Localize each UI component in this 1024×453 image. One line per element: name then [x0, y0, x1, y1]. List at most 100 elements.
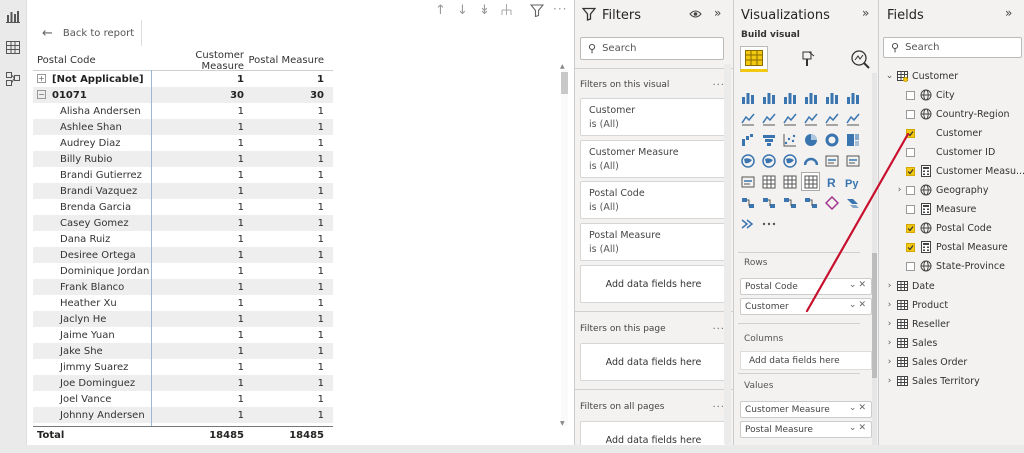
filters-search-box[interactable]: ⚲ Search [580, 37, 724, 60]
field-pill-controls-icon[interactable]: ⌄✕ [849, 403, 868, 413]
stacked-column-chart-icon[interactable] [759, 88, 778, 107]
field-item-customer[interactable]: Customer [885, 125, 982, 141]
filters-scrollbar[interactable] [724, 64, 731, 444]
field-table-product[interactable]: › Product [885, 297, 948, 313]
matrix-icon[interactable] [801, 172, 820, 191]
eye-icon[interactable] [689, 8, 702, 22]
100-stacked-column-chart-icon[interactable] [843, 88, 862, 107]
chevron-right-icon[interactable]: › [885, 300, 894, 310]
funnel-chart-icon[interactable] [759, 130, 778, 149]
field-checkbox[interactable] [906, 166, 915, 176]
expand-hierarchy-icon[interactable] [500, 3, 513, 17]
qa-icon[interactable] [780, 193, 799, 212]
donut-chart-icon[interactable] [822, 130, 841, 149]
expand-icon[interactable]: + [37, 74, 46, 83]
key-influencers-icon[interactable] [738, 193, 757, 212]
field-checkbox[interactable] [906, 261, 915, 271]
shape-map-icon[interactable] [780, 151, 799, 170]
python-visual-icon[interactable]: Py [843, 172, 862, 191]
field-item-postal-code[interactable]: Postal Code [885, 220, 992, 236]
fields-search-box[interactable]: ⚲ Search [883, 37, 1022, 58]
filter-card-customer[interactable]: Customer is (All) [580, 98, 727, 136]
field-item-postal-measure[interactable]: Postal Measure [885, 239, 1008, 255]
field-item-measure[interactable]: Measure [885, 201, 976, 217]
build-visual-button[interactable] [740, 46, 768, 72]
slicer-icon[interactable] [759, 172, 778, 191]
field-checkbox[interactable] [906, 147, 915, 157]
table-view-icon[interactable] [6, 41, 21, 55]
chevron-right-icon[interactable]: › [885, 376, 894, 386]
chevron-right-icon[interactable]: › [885, 319, 894, 329]
field-checkbox[interactable] [906, 109, 915, 119]
field-pill-controls-icon[interactable]: ⌄✕ [849, 300, 868, 310]
field-table-sales-territory[interactable]: › Sales Territory [885, 373, 980, 389]
header-postal-measure[interactable]: Postal Measure [247, 55, 327, 66]
drill-up-icon[interactable]: ↑ [434, 3, 447, 18]
waterfall-chart-icon[interactable] [738, 130, 757, 149]
header-postal-code[interactable]: Postal Code [33, 55, 151, 66]
chevron-right-icon[interactable]: › [885, 357, 894, 367]
paginated-report-icon[interactable] [801, 193, 820, 212]
report-view-icon[interactable] [6, 10, 21, 24]
scatter-chart-icon[interactable] [780, 130, 799, 149]
field-item-customer-id[interactable]: Customer ID [885, 144, 995, 160]
line-clustered-column-chart-icon[interactable] [822, 109, 841, 128]
chevron-down-icon[interactable]: ⌄ [885, 71, 894, 81]
analytics-button[interactable] [846, 46, 874, 72]
values-field-postal-measure[interactable]: Postal Measure ⌄✕ [740, 421, 872, 438]
collapse-pane-icon[interactable]: » [1005, 6, 1012, 20]
line-column-chart-icon[interactable] [801, 109, 820, 128]
field-checkbox[interactable] [906, 242, 915, 252]
back-to-report-button[interactable]: ← Back to report [42, 24, 134, 42]
r-visual-icon[interactable]: R [822, 172, 841, 191]
drill-down-icon[interactable]: ↓ [456, 3, 469, 18]
next-level-icon[interactable]: ↡ [478, 3, 491, 18]
field-checkbox[interactable] [906, 90, 915, 100]
treemap-icon[interactable] [843, 130, 862, 149]
field-checkbox[interactable] [906, 204, 915, 214]
map-icon[interactable] [738, 151, 757, 170]
field-item-country-region[interactable]: Country-Region [885, 106, 1010, 122]
field-item-city[interactable]: City [885, 87, 955, 103]
field-item-customer-measu[interactable]: Customer Measu... [885, 163, 1024, 179]
power-apps-icon[interactable] [822, 193, 841, 212]
line-chart-icon[interactable] [738, 109, 757, 128]
format-visual-button[interactable] [794, 46, 822, 72]
area-chart-icon[interactable] [759, 109, 778, 128]
filled-map-icon[interactable] [759, 151, 778, 170]
rows-field-postal-code[interactable]: Postal Code ⌄✕ [740, 278, 872, 295]
filter-card-postal-code[interactable]: Postal Code is (All) [580, 181, 727, 219]
chevron-right-icon[interactable]: › [885, 281, 894, 291]
kpi-icon[interactable] [738, 172, 757, 191]
clustered-bar-chart-icon[interactable] [780, 88, 799, 107]
visualizations-scroll-thumb[interactable] [872, 253, 877, 378]
visual-filter-icon[interactable] [529, 2, 545, 21]
field-item-state-province[interactable]: State-Province [885, 258, 1005, 274]
chevron-right-icon[interactable]: › [885, 338, 894, 348]
card-icon[interactable] [822, 151, 841, 170]
gauge-icon[interactable] [801, 151, 820, 170]
more-visuals-icon[interactable] [759, 214, 778, 233]
model-view-icon[interactable] [6, 72, 21, 86]
visual-filters-drop-zone[interactable]: Add data fields here [580, 265, 727, 303]
clustered-column-chart-icon[interactable] [801, 88, 820, 107]
field-table-customer[interactable]: ⌄ Customer [885, 68, 958, 84]
field-checkbox[interactable] [906, 185, 915, 195]
header-customer-measure[interactable]: Customer Measure [151, 50, 247, 72]
field-pill-controls-icon[interactable]: ⌄✕ [849, 423, 868, 433]
decomposition-tree-icon[interactable] [759, 193, 778, 212]
collapse-pane-icon[interactable]: » [714, 6, 721, 20]
collapse-pane-icon[interactable]: » [862, 6, 869, 20]
field-item-geography[interactable]: › Geography [885, 182, 988, 198]
filter-card-postal-measure[interactable]: Postal Measure is (All) [580, 223, 727, 261]
page-filters-drop-zone[interactable]: Add data fields here [580, 343, 727, 381]
stacked-area-chart-icon[interactable] [780, 109, 799, 128]
pie-chart-icon[interactable] [801, 130, 820, 149]
power-automate-icon[interactable] [843, 193, 862, 212]
ribbon-chart-icon[interactable] [843, 109, 862, 128]
table-icon[interactable] [780, 172, 799, 191]
smart-narrative-icon[interactable] [738, 214, 757, 233]
field-checkbox[interactable] [906, 128, 915, 138]
scroll-down-icon[interactable]: ▼ [560, 420, 565, 427]
table-scrollbar[interactable] [561, 70, 568, 426]
